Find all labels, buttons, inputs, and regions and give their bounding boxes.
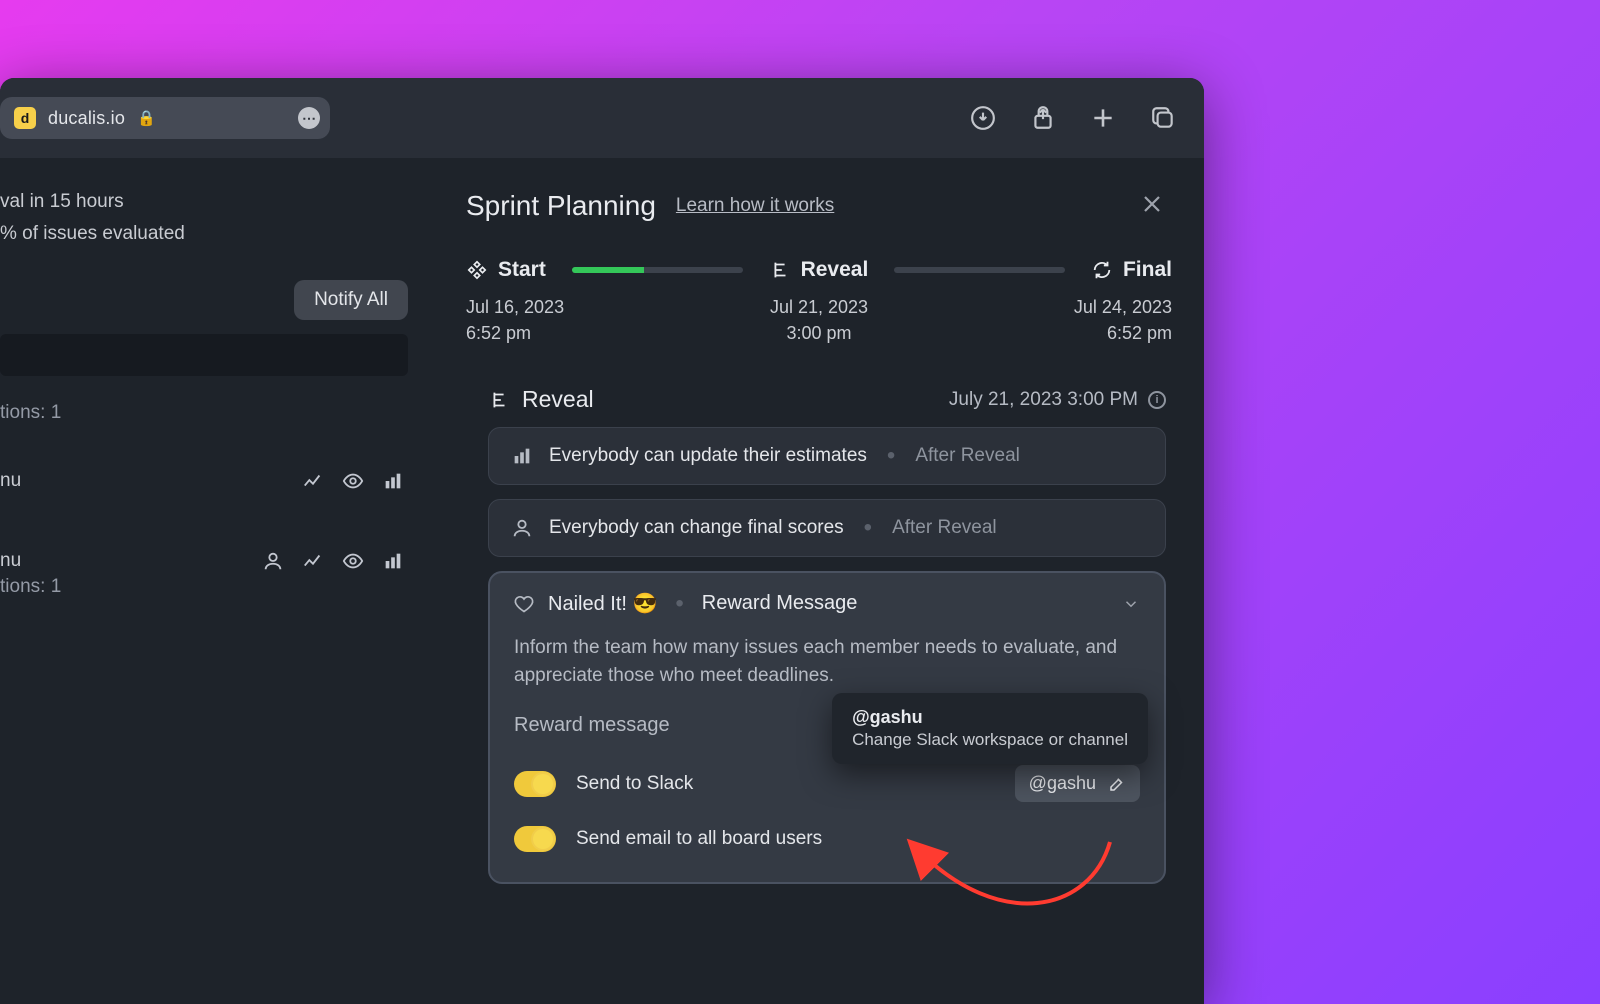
toggle-slack-label: Send to Slack: [576, 773, 693, 795]
chevron-down-icon[interactable]: [1122, 595, 1140, 613]
reward-description: Inform the team how many issues each mem…: [514, 634, 1134, 690]
setting-aux: After Reveal: [892, 517, 997, 539]
edit-icon[interactable]: [1108, 775, 1126, 793]
selected-item-placeholder[interactable]: [0, 334, 408, 376]
new-tab-icon[interactable]: [1090, 105, 1116, 131]
bars-icon[interactable]: [382, 550, 404, 572]
setting-aux: After Reveal: [915, 445, 1020, 467]
start-date: Jul 16, 2023 6:52 pm: [466, 294, 564, 346]
toggle-email-label: Send email to all board users: [576, 828, 822, 850]
url-text: ducalis.io: [48, 108, 125, 129]
heart-icon: [514, 594, 534, 614]
tabs-icon[interactable]: [1150, 105, 1176, 131]
favicon: d: [14, 107, 36, 129]
setting-row-scores[interactable]: Everybody can change final scores • Afte…: [488, 499, 1166, 557]
setting-label: Everybody can change final scores: [549, 517, 844, 539]
user-icon: [511, 517, 533, 539]
status-line-1: val in 15 hours: [0, 186, 440, 218]
reveal-section-date: July 21, 2023 3:00 PM i: [949, 389, 1166, 411]
left-sidebar: val in 15 hours % of issues evaluated No…: [0, 158, 440, 1004]
notify-all-button[interactable]: Notify All: [294, 280, 408, 320]
eye-icon[interactable]: [342, 550, 364, 572]
timeline-progress-1: [572, 267, 743, 273]
bars-icon[interactable]: [382, 470, 404, 492]
timeline-progress-2: [894, 267, 1065, 273]
close-icon[interactable]: [1140, 192, 1164, 216]
reveal-section-title: Reveal: [522, 386, 594, 413]
background-overflow: [1186, 428, 1204, 548]
start-label: Start: [498, 258, 546, 282]
list-item[interactable]: nu: [0, 492, 440, 572]
bars-icon: [511, 445, 533, 467]
final-date: Jul 24, 2023 6:52 pm: [1074, 294, 1172, 346]
setting-label: Everybody can update their estimates: [549, 445, 867, 467]
slack-channel-chip[interactable]: @gashu: [1015, 765, 1140, 802]
final-icon: [1091, 259, 1113, 281]
reveal-label: Reveal: [801, 258, 869, 282]
slack-channel-name: @gashu: [1029, 773, 1096, 794]
reveal-section-icon: [488, 389, 510, 411]
list-item-label: nu: [0, 470, 21, 492]
address-bar[interactable]: d ducalis.io 🔒 ⋯: [0, 97, 330, 139]
reward-card: Nailed It! 😎 • Reward Message Inform the…: [488, 571, 1166, 884]
status-line-2: % of issues evaluated: [0, 218, 440, 250]
learn-link[interactable]: Learn how it works: [676, 195, 834, 217]
start-icon: [466, 259, 488, 281]
slack-tooltip: @gashu Change Slack workspace or channel: [832, 693, 1148, 764]
setting-row-estimates[interactable]: Everybody can update their estimates • A…: [488, 427, 1166, 485]
questions-count: tions: 1: [0, 402, 404, 424]
tooltip-head: @gashu: [852, 707, 1128, 728]
list-item[interactable]: nu: [0, 424, 440, 492]
eye-icon[interactable]: [342, 470, 364, 492]
reveal-icon: [769, 259, 791, 281]
final-label: Final: [1123, 258, 1172, 282]
chart-icon[interactable]: [302, 550, 324, 572]
chart-icon[interactable]: [302, 470, 324, 492]
questions-count: tions: 1: [0, 576, 404, 598]
share-icon[interactable]: [1030, 105, 1056, 131]
info-icon[interactable]: i: [1148, 391, 1166, 409]
toggle-send-slack[interactable]: [514, 771, 556, 797]
downloads-icon[interactable]: [970, 105, 996, 131]
reward-title-b: Reward Message: [702, 592, 858, 615]
reward-title-a: Nailed It! 😎: [548, 591, 657, 616]
list-item-label: nu: [0, 550, 21, 572]
lock-icon: 🔒: [137, 109, 156, 127]
reveal-date: Jul 21, 2023 3:00 pm: [770, 294, 868, 346]
toggle-send-email[interactable]: [514, 826, 556, 852]
site-menu-button[interactable]: ⋯: [298, 107, 320, 129]
panel-title: Sprint Planning: [466, 190, 656, 222]
tooltip-sub: Change Slack workspace or channel: [852, 730, 1128, 750]
user-icon[interactable]: [262, 550, 284, 572]
